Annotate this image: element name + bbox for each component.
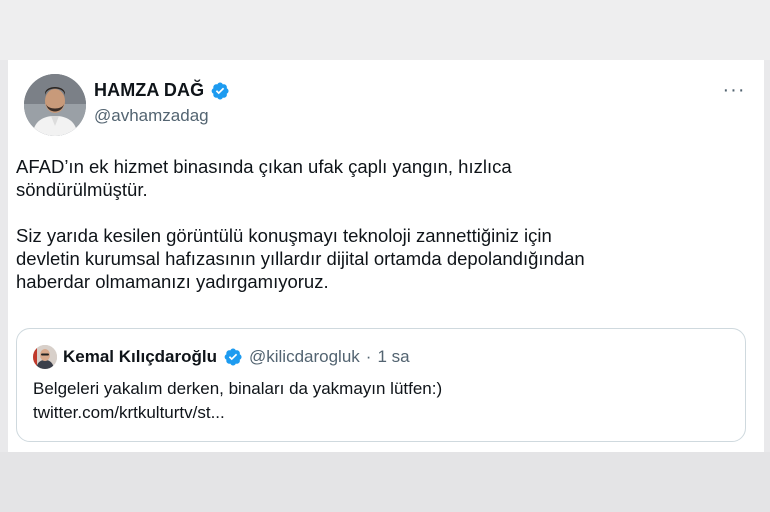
avatar[interactable] (24, 74, 86, 136)
quoted-link[interactable]: twitter.com/krtkulturtv/st... (33, 401, 442, 425)
tweet-text: AFAD’ın ek hizmet binasında çıkan ufak ç… (16, 155, 736, 293)
user-handle[interactable]: @avhamzadag (94, 106, 209, 126)
quoted-avatar[interactable] (33, 345, 57, 369)
background-bottom (0, 452, 770, 512)
quoted-text-line-1: Belgeleri yakalım derken, binaları da ya… (33, 379, 443, 398)
tweet-paragraph-2: Siz yarıda kesilen görüntülü konuşmayı t… (16, 225, 585, 292)
background-top (0, 0, 770, 60)
tweet-paragraph-1: AFAD’ın ek hizmet binasında çıkan ufak ç… (16, 156, 512, 200)
quoted-tweet[interactable]: Kemal Kılıçdaroğlu @kilicdarogluk · 1 sa… (16, 328, 746, 442)
quoted-timestamp[interactable]: 1 sa (377, 347, 409, 367)
quoted-display-name[interactable]: Kemal Kılıçdaroğlu (63, 347, 217, 367)
quoted-handle[interactable]: @kilicdarogluk (249, 347, 360, 367)
separator-dot: · (365, 347, 372, 366)
quoted-text: Belgeleri yakalım derken, binaları da ya… (33, 377, 442, 425)
display-name[interactable]: HAMZA DAĞ (94, 80, 204, 101)
more-options-icon[interactable]: ··· (722, 78, 746, 102)
verified-badge-icon (210, 81, 230, 101)
quoted-verified-badge-icon (223, 347, 243, 367)
tweet-card[interactable]: HAMZA DAĞ @avhamzadag ··· AFAD’ın ek hiz… (8, 60, 764, 452)
